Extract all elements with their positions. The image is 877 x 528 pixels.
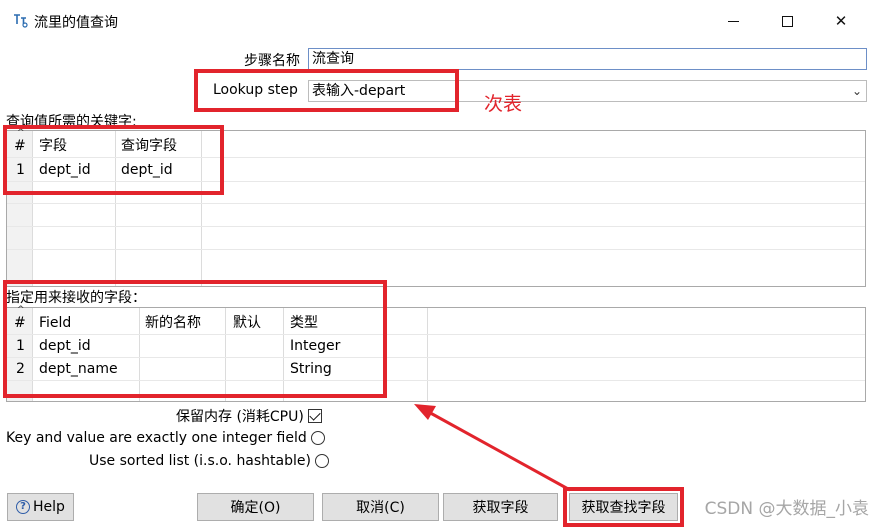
step-name-input[interactable]: 流查询 xyxy=(308,48,867,70)
receive-row-index: 1 xyxy=(16,338,25,354)
receive-table[interactable]: ^ # Field 新的名称 默认 类型 1 dept_id Integer 2… xyxy=(6,305,866,402)
maximize-button[interactable] xyxy=(764,6,810,36)
key-col-index: # xyxy=(14,138,26,154)
receive-col-field[interactable]: Field xyxy=(39,312,71,334)
receive-row-index: 2 xyxy=(16,361,25,377)
receive-row-type[interactable]: Integer xyxy=(290,335,340,357)
step-icon xyxy=(14,14,28,28)
minimize-button[interactable] xyxy=(710,6,756,36)
close-button[interactable]: ✕ xyxy=(818,6,864,36)
get-lookup-fields-button-label: 获取查找字段 xyxy=(581,500,666,516)
close-icon: ✕ xyxy=(834,12,848,30)
receive-section-label: 指定用来接收的字段： xyxy=(6,290,146,306)
help-button[interactable]: ? Help xyxy=(7,493,74,521)
sorted-list-label: Use sorted list (i.s.o. hashtable) xyxy=(89,453,311,469)
chevron-down-icon[interactable]: ⌄ xyxy=(852,81,862,102)
sorted-list-radio[interactable] xyxy=(314,454,329,468)
lookup-step-select[interactable]: 表输入-depart ⌄ xyxy=(308,80,867,102)
maximize-icon xyxy=(781,15,793,27)
key-table[interactable]: ^ # 字段 查询字段 1 dept_id dept_id xyxy=(6,128,866,287)
key-value-integer-label: Key and value are exactly one integer fi… xyxy=(6,430,307,446)
preserve-memory-option[interactable]: 保留内存 (消耗CPU) xyxy=(176,406,322,426)
preserve-memory-label: 保留内存 (消耗CPU) xyxy=(176,409,304,425)
help-icon: ? xyxy=(16,500,31,514)
key-col-lookup-field[interactable]: 查询字段 xyxy=(121,135,177,157)
get-fields-button-label: 获取字段 xyxy=(472,500,529,516)
receive-col-type[interactable]: 类型 xyxy=(290,312,318,334)
cancel-button-label: 取消(C) xyxy=(356,500,405,516)
key-col-field[interactable]: 字段 xyxy=(39,135,67,157)
lookup-step-value: 表输入-depart xyxy=(312,83,406,99)
sorted-list-option[interactable]: Use sorted list (i.s.o. hashtable) xyxy=(89,453,329,469)
window-title: 流里的值查询 xyxy=(34,15,118,31)
ok-button[interactable]: 确定(O) xyxy=(197,493,314,521)
key-row-lookup-field[interactable]: dept_id xyxy=(121,159,173,181)
receive-col-new-name[interactable]: 新的名称 xyxy=(145,312,201,334)
help-button-label: Help xyxy=(33,499,65,515)
receive-col-default[interactable]: 默认 xyxy=(233,312,261,334)
lookup-step-label: Lookup step xyxy=(213,82,298,98)
get-fields-button[interactable]: 获取字段 xyxy=(443,493,558,521)
receive-row-field[interactable]: dept_id xyxy=(39,335,91,357)
minimize-icon xyxy=(727,20,739,22)
key-value-integer-option[interactable]: Key and value are exactly one integer fi… xyxy=(6,430,325,446)
key-value-integer-radio[interactable] xyxy=(310,431,325,445)
cancel-button[interactable]: 取消(C) xyxy=(322,493,439,521)
receive-col-index: # xyxy=(14,315,26,331)
title-bar: 流里的值查询 ✕ xyxy=(0,0,877,42)
ok-button-label: 确定(O) xyxy=(230,500,281,516)
get-lookup-fields-button[interactable]: 获取查找字段 xyxy=(569,493,678,521)
preserve-memory-checkbox[interactable] xyxy=(307,409,322,423)
watermark: CSDN @大数据_小袁 xyxy=(704,499,869,519)
key-row-field[interactable]: dept_id xyxy=(39,159,91,181)
step-name-label: 步骤名称 xyxy=(244,53,300,69)
receive-row-type[interactable]: String xyxy=(290,358,332,380)
receive-row-field[interactable]: dept_name xyxy=(39,358,118,380)
key-row-index: 1 xyxy=(16,162,25,178)
key-section-label: 查询值所需的关键字: xyxy=(6,114,137,130)
annotation-secondary-table: 次表 xyxy=(484,93,523,115)
